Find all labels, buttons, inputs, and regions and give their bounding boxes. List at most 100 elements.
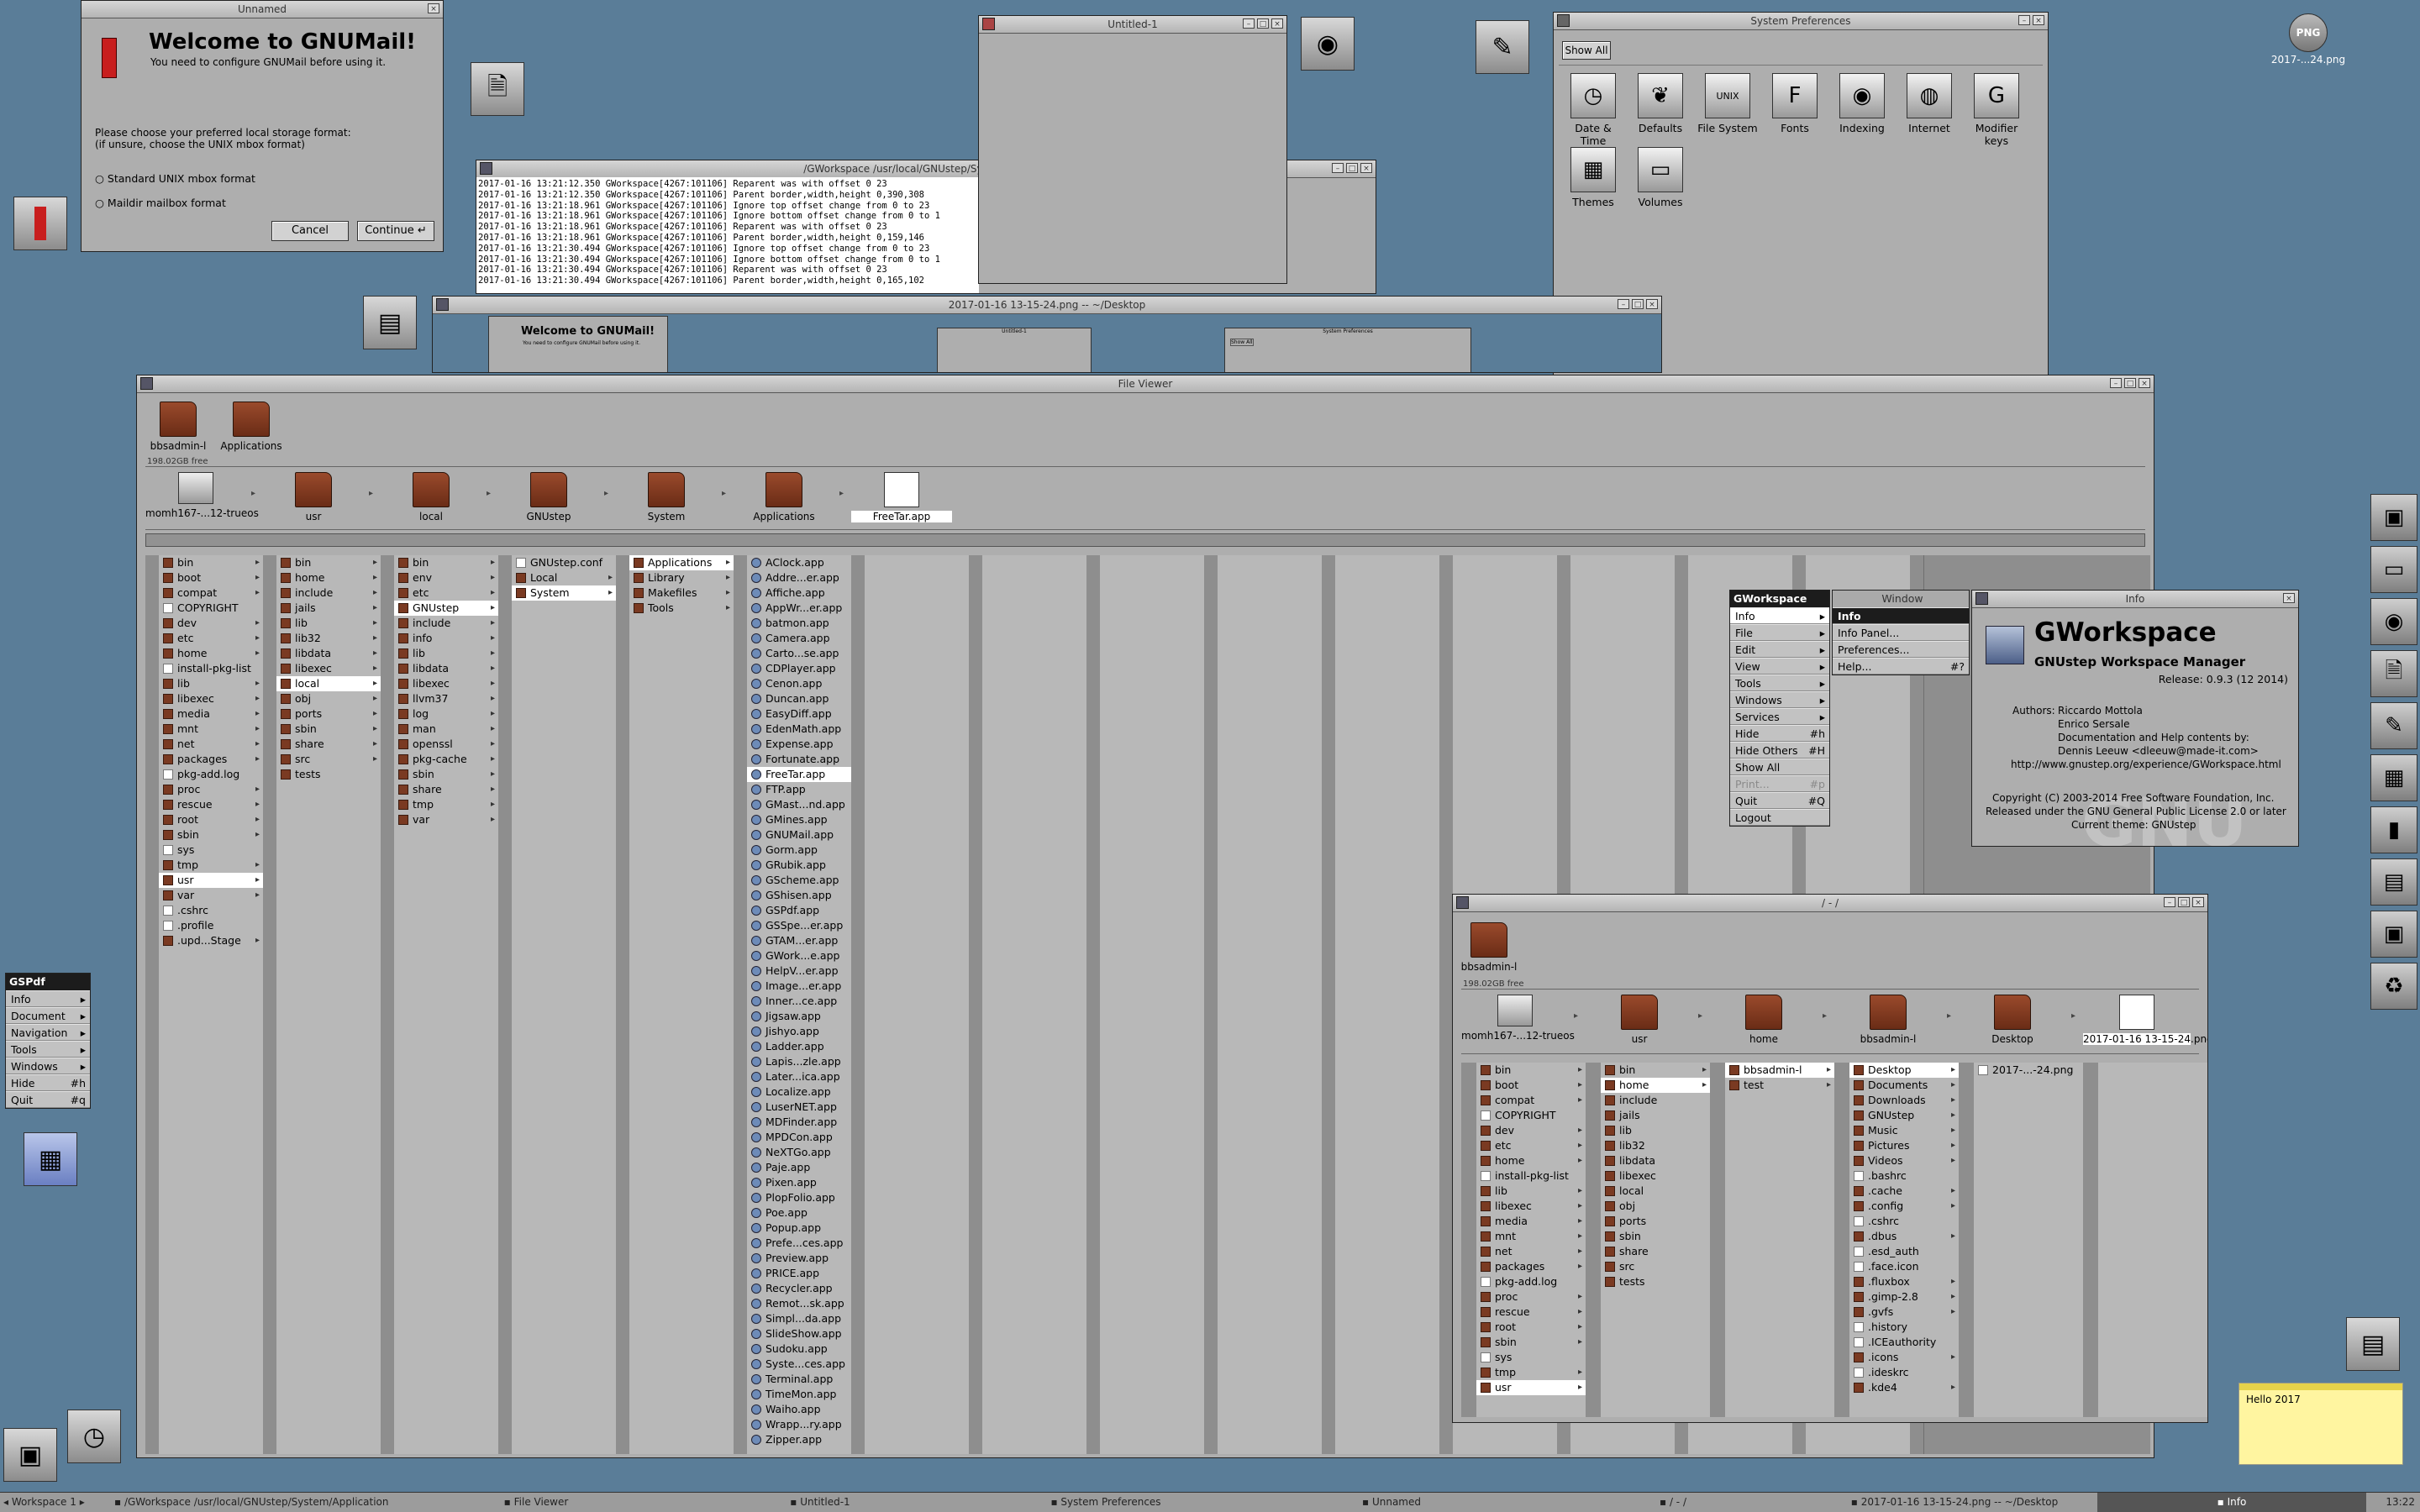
list-item[interactable]: Preview.app	[747, 1251, 851, 1266]
list-item[interactable]: home ▸	[159, 646, 263, 661]
list-item[interactable]: Prefe...ces.app	[747, 1236, 851, 1251]
list-item[interactable]: .gimp-2.8 ▸	[1849, 1289, 1959, 1305]
list-item[interactable]: lib ▸	[159, 676, 263, 691]
path-item[interactable]: GNUstep	[498, 472, 599, 522]
list-item[interactable]: Popup.app	[747, 1221, 851, 1236]
list-item[interactable]: Videos ▸	[1849, 1153, 1959, 1168]
menu-item-navigation[interactable]: Navigation ▸	[6, 1024, 90, 1041]
close-icon[interactable]: ×	[1271, 18, 1283, 29]
list-item[interactable]: include ▸	[276, 585, 381, 601]
eye-app-icon[interactable]: ◉	[1301, 17, 1355, 71]
eye-icon[interactable]: ◉	[2370, 598, 2417, 645]
list-item[interactable]: usr ▸	[1476, 1380, 1586, 1395]
list-item[interactable]: include	[1601, 1093, 1710, 1108]
list-item[interactable]: .fluxbox ▸	[1849, 1274, 1959, 1289]
list-item[interactable]: proc ▸	[1476, 1289, 1586, 1305]
menu-item-tools[interactable]: Tools ▸	[1730, 675, 1829, 691]
list-item[interactable]: GMast...nd.app	[747, 797, 851, 812]
path-item[interactable]: Applications	[734, 472, 834, 522]
list-item[interactable]: Gorm.app	[747, 843, 851, 858]
list-item[interactable]: sbin ▸	[159, 827, 263, 843]
list-item[interactable]: Sudoku.app	[747, 1341, 851, 1357]
shelf-item-applications[interactable]: Applications	[218, 402, 285, 452]
pref-item-indexing[interactable]: ◉ Indexing	[1829, 73, 1895, 134]
list-item[interactable]: COPYRIGHT	[159, 601, 263, 616]
list-item[interactable]: root ▸	[159, 812, 263, 827]
list-item[interactable]: ports	[1601, 1214, 1710, 1229]
list-item[interactable]: log ▸	[394, 706, 498, 722]
list-item[interactable]: GWork...e.app	[747, 948, 851, 963]
list-item[interactable]: tmp ▸	[159, 858, 263, 873]
pref-item-fonts[interactable]: F Fonts	[1762, 73, 1828, 134]
menu-item-info-panel-[interactable]: Info Panel...	[1833, 624, 1969, 641]
info-url[interactable]: http://www.gnustep.org/experience/GWorks…	[2011, 759, 2281, 770]
list-item[interactable]: GNUMail.app	[747, 827, 851, 843]
pref-item-modifier-keys[interactable]: G Modifier keys	[1964, 73, 2029, 147]
list-item[interactable]: include ▸	[394, 616, 498, 631]
list-item[interactable]: GNUstep ▸	[1849, 1108, 1959, 1123]
column-scroller[interactable]	[1086, 555, 1101, 1454]
sticky-note[interactable]: Hello 2017	[2238, 1383, 2403, 1465]
list-item[interactable]: tmp ▸	[394, 797, 498, 812]
column-scroller[interactable]	[734, 555, 748, 1454]
list-item[interactable]: Makefiles ▸	[629, 585, 734, 601]
menu-item-edit[interactable]: Edit ▸	[1730, 641, 1829, 658]
list-item[interactable]: home ▸	[276, 570, 381, 585]
list-item[interactable]: Local ▸	[512, 570, 616, 585]
list-item[interactable]: local ▸	[276, 676, 381, 691]
list-item[interactable]: packages ▸	[159, 752, 263, 767]
list-item[interactable]: Addre...er.app	[747, 570, 851, 585]
list-item[interactable]: sbin	[1601, 1229, 1710, 1244]
list-item[interactable]: bin ▸	[159, 555, 263, 570]
list-item[interactable]: env ▸	[394, 570, 498, 585]
path-item[interactable]: momh167-...12-trueos	[145, 472, 259, 519]
clock-app-icon[interactable]: ◷	[67, 1410, 121, 1463]
list-item[interactable]: .config ▸	[1849, 1199, 1959, 1214]
list-item[interactable]: libdata	[1601, 1153, 1710, 1168]
column-scroller[interactable]	[1204, 555, 1218, 1454]
column-scroller[interactable]	[969, 555, 983, 1454]
wrench-icon[interactable]: ✎	[2370, 702, 2417, 749]
list-item[interactable]: sys	[159, 843, 263, 858]
list-item[interactable]: jails	[1601, 1108, 1710, 1123]
list-item[interactable]: etc ▸	[1476, 1138, 1586, 1153]
list-item[interactable]: HelpV...er.app	[747, 963, 851, 979]
list-item[interactable]: SlideShow.app	[747, 1326, 851, 1341]
list-item[interactable]: .dbus ▸	[1849, 1229, 1959, 1244]
column-scroller[interactable]	[2083, 1063, 2099, 1417]
list-item[interactable]: media ▸	[1476, 1214, 1586, 1229]
list-item[interactable]: rescue ▸	[1476, 1305, 1586, 1320]
list-item[interactable]: var ▸	[159, 888, 263, 903]
path-item[interactable]: System	[616, 472, 717, 522]
list-item[interactable]: MPDCon.app	[747, 1130, 851, 1145]
list-item[interactable]: ports ▸	[276, 706, 381, 722]
list-item[interactable]: rescue ▸	[159, 797, 263, 812]
list-item[interactable]: share	[1601, 1244, 1710, 1259]
list-item[interactable]: .history	[1849, 1320, 1959, 1335]
list-item[interactable]: NeXTGo.app	[747, 1145, 851, 1160]
maximize-icon[interactable]: □	[2178, 897, 2190, 907]
list-item[interactable]: bin ▸	[1601, 1063, 1710, 1078]
list-item[interactable]: dev ▸	[159, 616, 263, 631]
list-item[interactable]: Later...ica.app	[747, 1069, 851, 1084]
list-item[interactable]: lib	[1601, 1123, 1710, 1138]
list-item[interactable]: TimeMon.app	[747, 1387, 851, 1402]
list-item[interactable]: Inner...ce.app	[747, 994, 851, 1009]
gspdf-app-icon[interactable]: ▤	[363, 296, 417, 349]
list-item[interactable]: sbin ▸	[394, 767, 498, 782]
list-item[interactable]: libdata ▸	[276, 646, 381, 661]
list-item[interactable]: packages ▸	[1476, 1259, 1586, 1274]
column-scroller[interactable]	[2207, 1063, 2208, 1417]
grapher-app-icon[interactable]: ▦	[24, 1132, 77, 1186]
list-item[interactable]: libexec ▸	[276, 661, 381, 676]
list-item[interactable]: .kde4 ▸	[1849, 1380, 1959, 1395]
list-item[interactable]: libexec ▸	[159, 691, 263, 706]
maildir-radio[interactable]: ○ Maildir mailbox format	[95, 197, 226, 209]
list-item[interactable]: Localize.app	[747, 1084, 851, 1100]
list-item[interactable]: GTAM...er.app	[747, 933, 851, 948]
gnumail-app-icon[interactable]	[13, 197, 67, 250]
list-item[interactable]: Music ▸	[1849, 1123, 1959, 1138]
pref-item-themes[interactable]: ▦ Themes	[1560, 147, 1626, 208]
column-scroller[interactable]	[1322, 555, 1336, 1454]
list-item[interactable]: Documents ▸	[1849, 1078, 1959, 1093]
